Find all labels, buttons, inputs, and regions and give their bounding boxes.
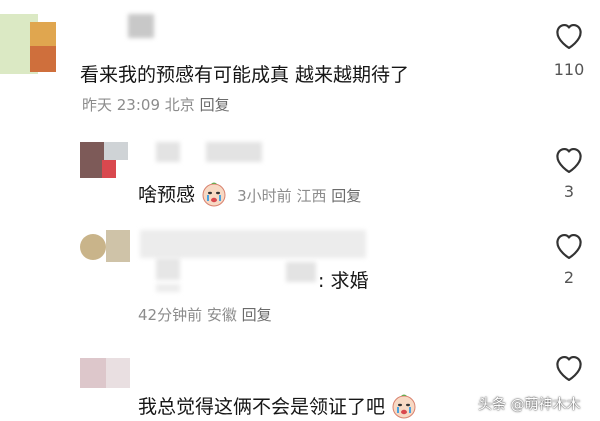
username-redacted [206, 142, 262, 162]
reply-button[interactable]: 回复 [331, 187, 361, 205]
watermark: 头条 @萌神木木 [478, 397, 581, 413]
comment-location: 江西 [296, 187, 327, 205]
like-count: 2 [563, 268, 575, 287]
avatar[interactable] [80, 358, 130, 388]
comment-time: 昨天 23:09 [82, 96, 160, 114]
quoted-text-redacted [156, 258, 180, 280]
comment-text: 啥预感 3小时前 江西 回复 [138, 180, 361, 207]
comment-text: 看来我的预感有可能成真 越来越期待了 [80, 64, 410, 86]
avatar[interactable] [80, 230, 130, 262]
avatar[interactable] [0, 14, 60, 74]
heart-icon [556, 355, 582, 382]
quoted-text-redacted [286, 262, 316, 282]
reply-button[interactable]: 回复 [200, 96, 230, 114]
comment-text-content: 啥预感 [138, 184, 196, 206]
comment-text-content: 求婚 [330, 270, 369, 292]
comment-time: 3小时前 [237, 187, 292, 205]
heart-icon [556, 147, 582, 174]
like-button[interactable] [552, 144, 586, 174]
like-button[interactable] [552, 230, 586, 260]
heart-icon [556, 23, 582, 50]
comment-text: : 求婚 [318, 270, 369, 292]
like-button[interactable] [552, 20, 586, 50]
like-count: 110 [553, 60, 585, 79]
like-button[interactable] [552, 352, 586, 382]
avatar[interactable] [80, 142, 128, 178]
comment-location: 安徽 [206, 306, 237, 324]
crying-emoji-icon [202, 182, 226, 207]
comment-location: 北京 [164, 96, 195, 114]
comment-time: 42分钟前 [138, 306, 203, 324]
comment-meta: 42分钟前 安徽 回复 [138, 304, 272, 325]
heart-icon [556, 233, 582, 260]
comment-text: 我总觉得这俩不会是领证了吧 [138, 392, 417, 419]
username-redacted [128, 14, 154, 38]
username-redacted [140, 230, 366, 258]
reply-button[interactable]: 回复 [242, 306, 272, 324]
username-redacted [156, 142, 180, 162]
comment-text-content: 我总觉得这俩不会是领证了吧 [138, 396, 386, 418]
like-count: 3 [563, 182, 575, 201]
quoted-text-redacted [156, 284, 180, 292]
comment-meta: 昨天 23:09 北京 回复 [82, 94, 230, 115]
crying-emoji-icon [392, 394, 416, 419]
